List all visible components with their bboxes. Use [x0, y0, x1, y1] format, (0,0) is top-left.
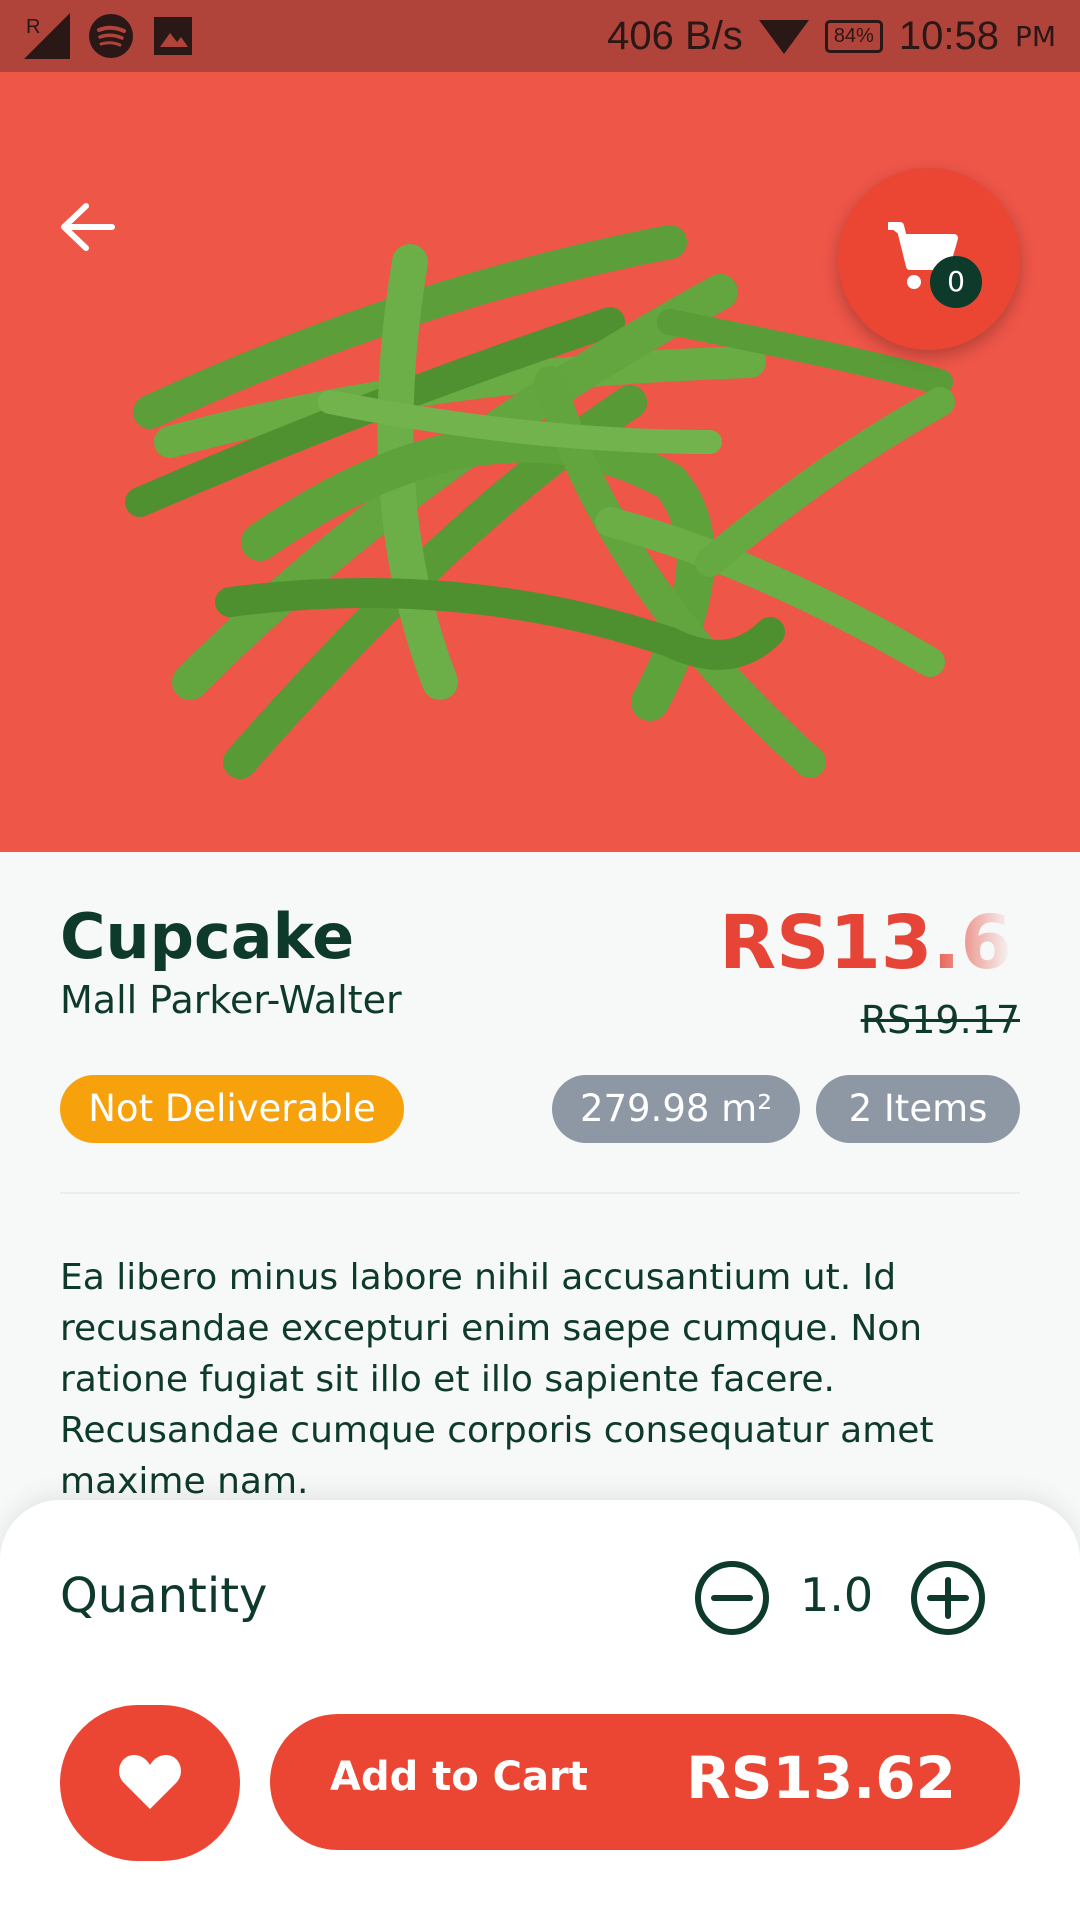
decrease-quantity-icon[interactable]: [694, 1560, 770, 1636]
product-title: Cupcake: [60, 900, 355, 973]
favorite-button[interactable]: [60, 1705, 240, 1861]
store-name: Mall Parker-Walter: [60, 978, 402, 1022]
gallery-icon: [154, 17, 192, 55]
bottom-sheet: Quantity 1.0 Add to Cart RS13.62: [0, 1500, 1080, 1920]
quantity-value: 1.0: [800, 1568, 874, 1622]
divider: [60, 1192, 1020, 1194]
product-hero: 0: [0, 72, 1080, 852]
add-to-cart-total: RS13.62: [686, 1744, 956, 1812]
clock-ampm: PM: [1014, 19, 1056, 53]
heart-icon: [119, 1755, 181, 1809]
wifi-icon: [758, 20, 809, 54]
size-badge: 279.98 m²: [552, 1075, 800, 1143]
original-price: RS19.17: [860, 998, 1020, 1042]
increase-quantity-icon[interactable]: [910, 1560, 986, 1636]
quantity-label: Quantity: [60, 1568, 268, 1624]
cart-count-badge: 0: [930, 256, 982, 308]
back-arrow-icon[interactable]: [52, 192, 122, 262]
add-to-cart-label: Add to Cart: [330, 1754, 588, 1800]
spotify-icon: [89, 14, 133, 58]
items-badge: 2 Items: [816, 1075, 1020, 1143]
battery-indicator: 84%: [824, 19, 883, 53]
cart-button[interactable]: 0: [838, 168, 1020, 350]
network-speed: 406 B/s: [607, 13, 743, 58]
signal-icon: R: [24, 13, 70, 59]
product-price: RS13.6: [719, 900, 1012, 986]
clock: 10:58: [898, 13, 999, 58]
delivery-badge: Not Deliverable: [60, 1075, 404, 1143]
add-to-cart-button[interactable]: Add to Cart RS13.62: [270, 1714, 1020, 1850]
product-description: Ea libero minus labore nihil accusantium…: [60, 1257, 934, 1502]
product-image: [125, 225, 955, 779]
status-bar: R 406 B/s 84% 10:58 PM: [0, 0, 1080, 72]
svg-text:R: R: [26, 16, 40, 38]
